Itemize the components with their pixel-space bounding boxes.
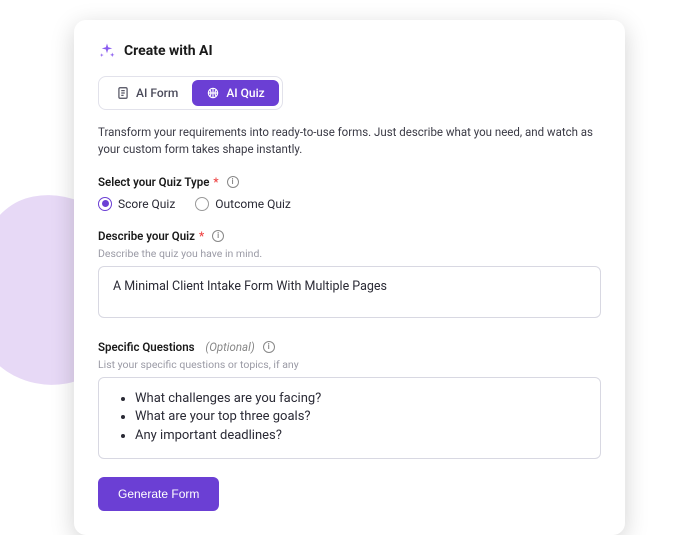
- describe-quiz-input[interactable]: [98, 266, 601, 318]
- specific-question-item: What are your top three goals?: [135, 408, 586, 427]
- tab-ai-form[interactable]: AI Form: [102, 80, 192, 106]
- quiz-type-label: Select your Quiz Type* i: [98, 175, 601, 189]
- radio-input-outcome[interactable]: [195, 197, 209, 211]
- brain-icon: [206, 86, 220, 100]
- info-icon[interactable]: i: [263, 341, 275, 353]
- specific-question-item: Any important deadlines?: [135, 427, 586, 446]
- tab-form-label: AI Form: [136, 86, 178, 100]
- card-title: Create with AI: [124, 43, 213, 59]
- info-icon[interactable]: i: [212, 230, 224, 242]
- describe-hint: Describe the quiz you have in mind.: [98, 247, 601, 260]
- create-ai-card: Create with AI AI Form AI Quiz Transform…: [74, 20, 625, 535]
- specific-label: Specific Questions (Optional) i: [98, 340, 601, 354]
- radio-label-score: Score Quiz: [118, 197, 175, 211]
- radio-label-outcome: Outcome Quiz: [215, 197, 291, 211]
- specific-questions-input[interactable]: What challenges are you facing? What are…: [98, 377, 601, 460]
- tab-group: AI Form AI Quiz: [98, 76, 283, 110]
- specific-question-item: What challenges are you facing?: [135, 390, 586, 409]
- radio-input-score[interactable]: [98, 197, 112, 211]
- sparkle-icon: [98, 42, 116, 60]
- describe-label: Describe your Quiz* i: [98, 229, 601, 243]
- specific-hint: List your specific questions or topics, …: [98, 358, 601, 371]
- tab-quiz-label: AI Quiz: [226, 86, 264, 100]
- description-text: Transform your requirements into ready-t…: [98, 124, 601, 159]
- radio-score-quiz[interactable]: Score Quiz: [98, 197, 175, 211]
- radio-outcome-quiz[interactable]: Outcome Quiz: [195, 197, 291, 211]
- card-header: Create with AI: [98, 42, 601, 60]
- quiz-type-radio-group: Score Quiz Outcome Quiz: [98, 197, 601, 211]
- form-icon: [116, 86, 130, 100]
- tab-ai-quiz[interactable]: AI Quiz: [192, 80, 278, 106]
- generate-form-button[interactable]: Generate Form: [98, 477, 219, 511]
- info-icon[interactable]: i: [227, 176, 239, 188]
